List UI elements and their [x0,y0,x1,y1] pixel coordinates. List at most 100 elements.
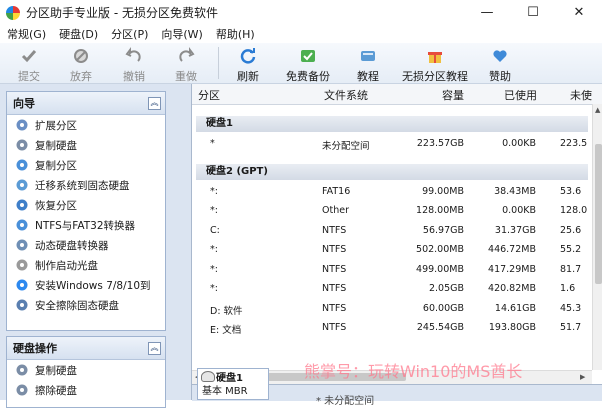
gift-box-icon [425,46,445,66]
partition-row[interactable]: *: NTFS 2.05GB 420.82MB 1.6 [192,281,592,297]
vertical-scroll-thumb[interactable] [595,144,602,284]
sidebar-item-label: 动态硬盘转换器 [35,239,109,252]
partition-row[interactable]: *: NTFS 499.00MB 417.29MB 81.7 [192,262,592,278]
minimize-button[interactable]: — [464,0,510,25]
sidebar-item-wipe-disk[interactable]: 擦除硬盘 [7,380,165,400]
cell-unused: 1.6 [560,283,576,294]
cell-used: 446.72MB [488,244,536,255]
sidebar-item-ssd-erase[interactable]: 安全擦除固态硬盘 [7,295,165,315]
partition-row[interactable]: *: NTFS 502.00MB 446.72MB 55.2 [192,242,592,258]
partition-row[interactable]: D: 软件 NTFS 60.00GB 14.61GB 45.3 [192,301,592,317]
lossless-tutorial-button[interactable]: 无损分区教程 [402,46,468,84]
cell-used: 420.82MB [488,283,536,294]
sidebar-item-label: 恢复分区 [35,199,77,212]
wizard-panel-title: 向导 [13,97,35,110]
partition-row[interactable]: *: Other 128.00MB 0.00KB 128.0 [192,203,592,219]
cell-name: * [210,138,215,149]
cell-cap: 60.00GB [422,302,464,314]
watermark: 熊掌号：玩转Win10的MS酋长 [304,362,523,381]
col-partition[interactable]: 分区 [198,87,220,103]
partition-row[interactable]: C: NTFS 56.97GB 31.37GB 25.6 [192,223,592,239]
menu-partition[interactable]: 分区(P) [104,26,154,42]
cell-fs: NTFS [322,302,347,314]
menu-disk[interactable]: 硬盘(D) [52,26,104,42]
disk-card[interactable]: 硬盘1 基本 MBR [197,368,269,400]
scroll-up-icon[interactable]: ▲ [595,106,600,114]
commit-button[interactable]: 提交 [1,46,57,84]
sidebar-item-install-windows[interactable]: 安装Windows 7/8/10到 [7,275,165,295]
cell-used: 193.80GB [488,322,536,333]
disk-header[interactable]: 硬盘1 [196,116,588,132]
sidebar-item-copy-disk[interactable]: 复制硬盘 [7,135,165,155]
sidebar-item-label: 擦除硬盘 [35,384,77,397]
cell-cap: 2.05GB [428,283,464,294]
cell-unused: 45.3 [560,302,582,314]
partition-row[interactable]: E: 文档 NTFS 245.54GB 193.80GB 51.7 [192,320,592,336]
sidebar-item-migrate-os[interactable]: 迁移系统到固态硬盘 [7,175,165,195]
app-logo-icon [6,5,20,20]
disk-ops-panel-title: 硬盘操作 [13,342,57,355]
maximize-button[interactable]: ☐ [510,0,556,25]
col-capacity[interactable]: 容量 [442,87,464,103]
cell-name: D: 软件 [210,305,243,317]
sidebar-item-label: 扩展分区 [35,119,77,132]
recover-partition-icon [15,198,29,212]
undo-button[interactable]: 撤销 [106,46,162,84]
disk-header[interactable]: 硬盘2 (GPT) [196,163,588,180]
cell-unused: 128.0 [560,205,588,216]
cell-cap: 99.00MB [422,185,464,197]
sidebar-item-label: 复制分区 [35,159,77,172]
title-bar: 分区助手专业版 - 无损分区免费软件 — ☐ ✕ [0,0,602,25]
collapse-disk-ops-button[interactable]: ︽ [148,341,161,355]
cell-fs: NTFS [322,224,347,236]
menu-general[interactable]: 常规(G) [0,26,52,42]
free-backup-button[interactable]: 免费备份 [280,46,336,84]
partition-row[interactable]: *: FAT16 99.00MB 38.43MB 53.6 [192,184,592,200]
vertical-scrollbar[interactable]: ▲ [592,104,602,370]
sidebar-item-copy-partition[interactable]: 复制分区 [7,155,165,175]
sidebar-item-bootable-cd[interactable]: 制作启动光盘 [7,255,165,275]
disk-ops-panel-header: 硬盘操作 ︽ [7,337,165,360]
partition-row[interactable]: * 未分配空间 223.57GB 0.00KB 223.5 [192,136,592,152]
sidebar-item-recover-partition[interactable]: 恢复分区 [7,195,165,215]
col-used[interactable]: 已使用 [504,87,537,103]
cell-name: E: 文档 [210,325,242,336]
scroll-right-icon[interactable]: ▶ [580,373,585,381]
donate-button[interactable]: 赞助 [472,46,528,84]
extend-partition-icon [15,118,29,132]
redo-icon [176,46,196,66]
sidebar-item-ntfs-fat32[interactable]: NTFS与FAT32转换器 [7,215,165,235]
collapse-wizard-button[interactable]: ︽ [148,96,161,110]
cell-name: *: [210,205,218,216]
sidebar-item-label: 复制硬盘 [35,364,77,377]
sidebar-item-dynamic-disk[interactable]: 动态硬盘转换器 [7,235,165,255]
cell-cap: 56.97GB [422,224,464,236]
cell-unused: 25.6 [560,224,582,236]
cell-used: 0.00KB [502,205,536,216]
cell-name: *: [210,263,218,275]
col-filesystem[interactable]: 文件系统 [324,87,368,103]
menu-help[interactable]: 帮助(H) [209,26,261,42]
cell-cap: 128.00MB [416,205,464,216]
cell-used: 417.29MB [488,263,536,275]
wizard-list: 扩展分区复制硬盘复制分区迁移系统到固态硬盘恢复分区 NTFS与FAT32转换器动态… [7,115,165,315]
toolbar: 提交 放弃 撤销 重做 刷新 免费备份 教程 无损分区教程 赞助 [0,43,602,84]
cell-cap: 245.54GB [416,322,464,333]
close-button[interactable]: ✕ [556,0,602,25]
tutorial-button[interactable]: 教程 [340,46,396,84]
undo-icon [124,46,144,66]
cell-fs: Other [322,205,349,216]
grid-header: 分区 文件系统 容量 已使用 未使 [192,84,602,105]
redo-button[interactable]: 重做 [158,46,214,84]
refresh-button[interactable]: 刷新 [220,46,276,84]
cell-name: *: [210,185,218,197]
migrate-os-icon [15,178,29,192]
cell-fs: NTFS [322,263,347,275]
wipe-disk-icon [15,383,29,397]
discard-button[interactable]: 放弃 [53,46,109,84]
sidebar-item-extend-partition[interactable]: 扩展分区 [7,115,165,135]
sidebar-item-copy-disk[interactable]: 复制硬盘 [7,360,165,380]
menu-wizard[interactable]: 向导(W) [154,26,208,42]
col-unused[interactable]: 未使 [570,87,592,103]
wizard-panel-header: 向导 ︽ [7,92,165,115]
